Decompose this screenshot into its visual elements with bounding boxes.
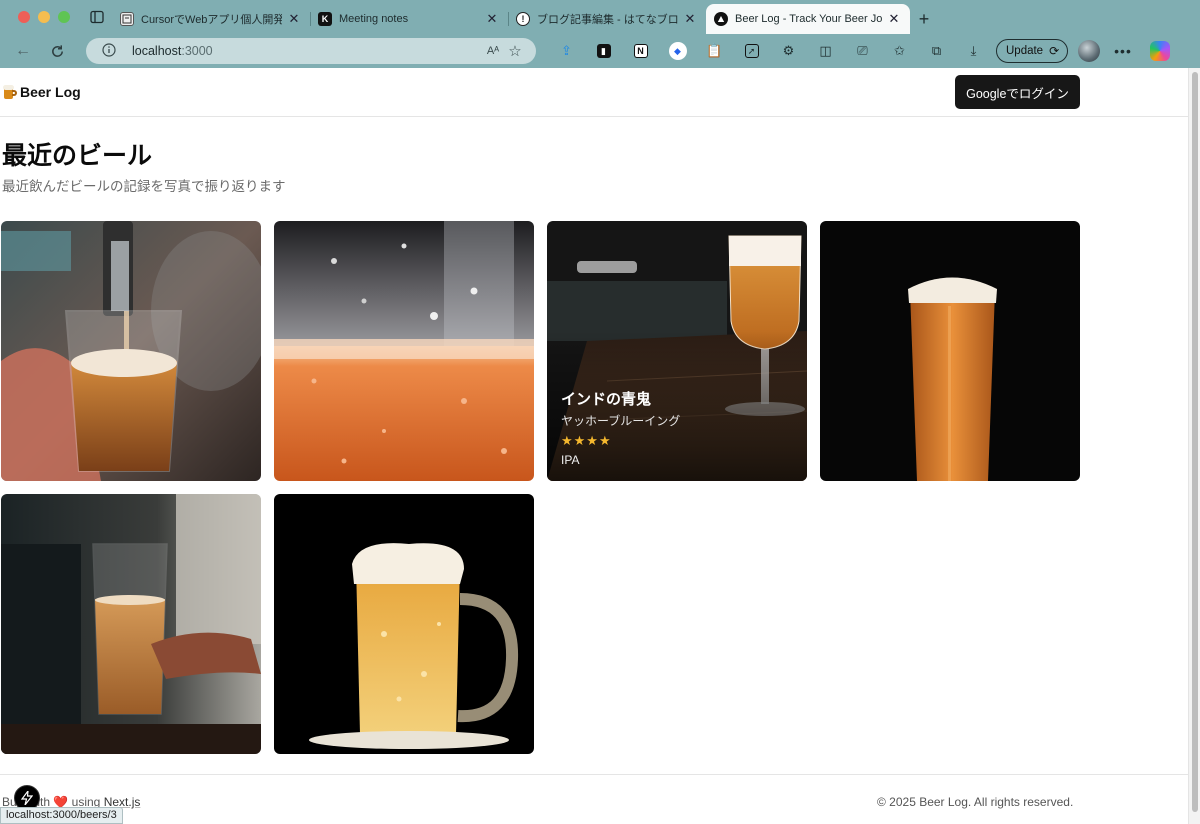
close-window-button[interactable] <box>18 11 30 23</box>
site-footer: Built with ❤️ using Next.js © 2025 Beer … <box>0 774 1188 824</box>
bookmark-ext-icon[interactable]: ▮ <box>585 37 622 65</box>
extension-toolbar: ⇪ ▮ N ◆ 📋 ➚ ⚙ ◫ ⎚ ✩ ⧉ ⤓ <box>548 37 992 65</box>
tab-title: Beer Log - Track Your Beer Jou <box>735 13 882 25</box>
lager-pint-dark-photo <box>820 221 1080 481</box>
tab-beer-log[interactable]: Beer Log - Track Your Beer Jou ✕ <box>706 4 910 34</box>
beer-pouring-tap-photo <box>1 221 261 481</box>
update-sync-icon: ⟳ <box>1049 44 1060 58</box>
beer-held-hand-photo <box>1 494 261 754</box>
brand-name: Beer Log <box>20 84 81 100</box>
beer-mug-icon <box>3 84 17 100</box>
tab-hatena-blog[interactable]: ! ブログ記事編集 - はてなブログ ✕ <box>508 4 706 34</box>
close-icon[interactable]: ✕ <box>682 11 698 27</box>
profile-avatar[interactable] <box>1078 40 1101 62</box>
collections-icon[interactable]: ⧉ <box>918 37 955 65</box>
favorite-star-icon[interactable]: ☆ <box>504 42 526 60</box>
tab-title: CursorでWebアプリ個人開発メモ <box>141 14 282 26</box>
vercel-favicon-icon <box>714 12 728 26</box>
beer-card[interactable] <box>1 221 261 481</box>
send-ext-icon[interactable]: ➚ <box>733 37 770 65</box>
clipboard-icon[interactable]: 📋 <box>696 37 733 65</box>
beer-glass-closeup-photo <box>274 221 534 481</box>
address-host: localhost <box>132 44 182 58</box>
browser-toolbar: ← localhost:3000 Aᴬ ☆ ⇪ ▮ N ◆ 📋 ➚ ⚙ ◫ ⎚ … <box>0 34 1200 68</box>
address-bar[interactable]: localhost:3000 Aᴬ ☆ <box>86 38 536 64</box>
close-icon[interactable]: ✕ <box>286 11 302 27</box>
copilot-icon[interactable] <box>1149 41 1170 61</box>
cast-icon[interactable]: ⎚ <box>844 37 881 65</box>
more-options-icon[interactable]: ••• <box>1114 43 1132 59</box>
tab-actions-icon[interactable] <box>82 2 112 32</box>
beer-rating-stars: ★★★★ <box>561 433 612 448</box>
beer-name: インドの青鬼 <box>561 391 652 408</box>
split-screen-icon[interactable]: ◫ <box>807 37 844 65</box>
download-icon[interactable]: ⤓ <box>955 37 992 65</box>
minimize-window-button[interactable] <box>38 11 50 23</box>
google-login-button[interactable]: Googleでログイン <box>955 75 1080 109</box>
beer-card[interactable] <box>820 221 1080 481</box>
back-arrow-icon[interactable]: ← <box>6 37 40 65</box>
new-tab-plus-icon[interactable]: + <box>910 4 938 34</box>
footer-copyright: © 2025 Beer Log. All rights reserved. <box>877 795 1074 809</box>
beer-style: IPA <box>561 453 580 467</box>
status-bar-url: localhost:3000/beers/3 <box>0 807 123 824</box>
read-aloud-icon[interactable]: Aᴬ <box>482 45 504 57</box>
address-url: localhost:3000 <box>132 44 482 58</box>
tab-title: ブログ記事編集 - はてなブログ <box>537 14 678 26</box>
update-label: Update <box>1006 45 1044 57</box>
tab-title: Meeting notes <box>339 13 409 25</box>
site-header: Beer Log Googleでログイン <box>0 68 1188 117</box>
page-scrollbar[interactable] <box>1188 68 1200 824</box>
beer-brewery: ヤッホーブルーイング <box>561 414 681 428</box>
scrollbar-thumb[interactable] <box>1192 72 1198 812</box>
brand-logo[interactable]: Beer Log <box>3 84 81 100</box>
beer-card[interactable]: インドの青鬼 ヤッホーブルーイング ★★★★ IPA <box>547 221 807 481</box>
close-icon[interactable]: ✕ <box>886 11 902 27</box>
page-viewport: Beer Log Googleでログイン 最近のビール 最近飲んだビールの記録を… <box>0 68 1200 824</box>
beer-mug-foam-photo <box>274 494 534 754</box>
beer-card[interactable] <box>274 494 534 754</box>
notion-icon[interactable]: N <box>622 37 659 65</box>
beer-card[interactable] <box>274 221 534 481</box>
address-port: :3000 <box>181 44 213 58</box>
window-controls <box>0 11 82 34</box>
puzzle-extensions-icon[interactable]: ⚙ <box>770 37 807 65</box>
beer-card-info: インドの青鬼 ヤッホーブルーイング ★★★★ IPA <box>561 388 680 467</box>
info-icon[interactable] <box>98 42 120 60</box>
maximize-window-button[interactable] <box>58 11 70 23</box>
tab-meeting-notes[interactable]: K Meeting notes ✕ <box>310 4 508 34</box>
page-title: 最近のビール <box>2 142 153 170</box>
shield-ext-icon[interactable]: ◆ <box>659 37 696 65</box>
tab-cursor-memo[interactable]: CursorでWebアプリ個人開発メモ ✕ <box>112 4 310 34</box>
k-favicon-icon: K <box>318 12 332 26</box>
reload-icon[interactable] <box>40 37 74 65</box>
hatena-favicon-icon: ! <box>516 12 530 26</box>
close-icon[interactable]: ✕ <box>484 11 500 27</box>
share-icon[interactable]: ⇪ <box>548 37 585 65</box>
page-subtitle: 最近飲んだビールの記録を写真で振り返ります <box>2 179 286 194</box>
favorites-icon[interactable]: ✩ <box>881 37 918 65</box>
browser-tab-bar: CursorでWebアプリ個人開発メモ ✕ K Meeting notes ✕ … <box>0 0 1200 34</box>
notebook-favicon-icon <box>120 12 134 26</box>
beer-card[interactable] <box>1 494 261 754</box>
update-button[interactable]: Update ⟳ <box>996 39 1069 63</box>
